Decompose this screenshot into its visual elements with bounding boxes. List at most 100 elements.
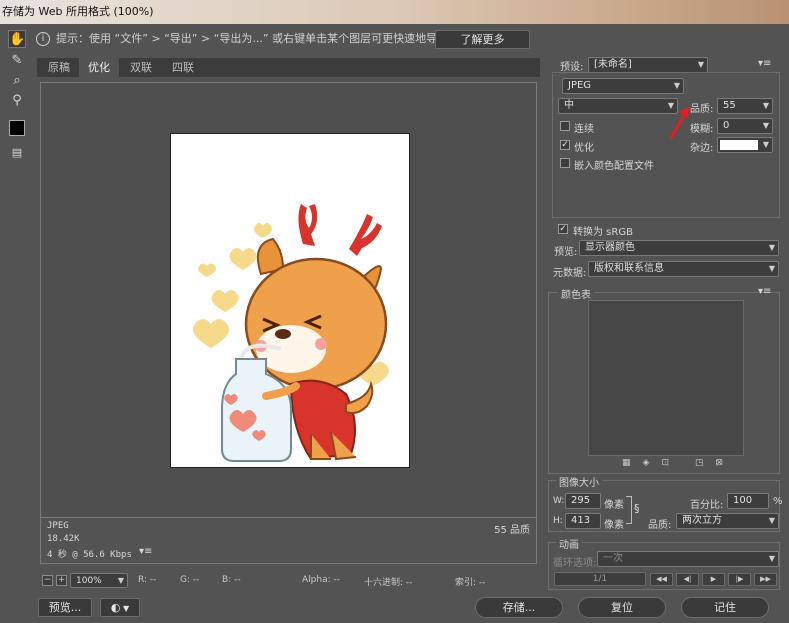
tab-2-up[interactable]: 双联 bbox=[121, 58, 161, 77]
color-table-menu-icon[interactable]: ▾≡ bbox=[758, 286, 771, 297]
toggle-slices-icon[interactable]: ▤ bbox=[8, 144, 26, 162]
preset-label: 预设: bbox=[560, 62, 584, 73]
quality-level-value: 中 bbox=[564, 100, 574, 111]
preview-mode-label: 预览: bbox=[554, 247, 578, 258]
status-g: G: -- bbox=[180, 575, 200, 585]
status-b: B: -- bbox=[222, 575, 241, 585]
animation-title: 动画 bbox=[556, 536, 582, 551]
embed-profile-checkbox[interactable] bbox=[560, 158, 570, 168]
matte-label: 杂边: bbox=[690, 143, 714, 154]
window-title: 存储为 Web 所用格式 (100%) bbox=[2, 5, 154, 18]
blur-input[interactable]: 0 ▼ bbox=[717, 118, 773, 134]
preview-info: JPEG 18.42K 4 秒 @ 56.6 Kbps ▾≡ 55 品质 bbox=[40, 518, 537, 564]
tab-original[interactable]: 原稿 bbox=[39, 58, 79, 77]
format-select[interactable]: JPEG ▼ bbox=[562, 78, 684, 94]
preview-mode-select[interactable]: 显示器颜色 ▼ bbox=[579, 240, 779, 256]
play-icon[interactable]: ▶ bbox=[702, 573, 725, 586]
chevron-down-icon: ▼ bbox=[762, 121, 769, 130]
progressive-label: 连续 bbox=[574, 124, 594, 135]
link-icon[interactable]: § bbox=[634, 502, 640, 515]
save-button[interactable]: 存储... bbox=[475, 597, 563, 618]
optimized-label: 优化 bbox=[574, 143, 594, 154]
chevron-down-icon: ▼ bbox=[117, 576, 124, 585]
matte-select[interactable]: ▼ bbox=[717, 137, 773, 153]
status-index: 索引: -- bbox=[455, 578, 486, 588]
chevron-down-icon: ▼ bbox=[768, 516, 775, 525]
preset-menu-icon[interactable]: ▾≡ bbox=[758, 58, 771, 69]
width-label: W: bbox=[553, 496, 565, 506]
tab-4-up[interactable]: 四联 bbox=[163, 58, 203, 77]
reset-button[interactable]: 复位 bbox=[578, 597, 666, 618]
color-table-title: 颜色表 bbox=[558, 286, 594, 301]
browser-icon: ◐ bbox=[110, 601, 121, 614]
percent-value: 100 bbox=[733, 495, 753, 506]
convert-srgb-label: 转换为 sRGB bbox=[573, 227, 633, 238]
view-tabs: 原稿 优化 双联 四联 bbox=[37, 58, 540, 77]
status-hex: 十六进制: -- bbox=[364, 578, 413, 588]
constrain-bracket bbox=[626, 496, 632, 524]
height-value: 413 bbox=[571, 515, 591, 526]
chevron-down-icon: ▼ bbox=[768, 243, 775, 252]
learn-more-button[interactable]: 了解更多 bbox=[435, 30, 530, 49]
percent-unit: % bbox=[773, 496, 783, 507]
lock-color-icon[interactable]: ⊡ bbox=[661, 458, 681, 468]
quality-input[interactable]: 55 ▼ bbox=[717, 98, 773, 114]
preview-button[interactable]: 预览... bbox=[38, 598, 92, 617]
eyedropper-color-swatch[interactable] bbox=[9, 120, 25, 136]
loop-value: 一次 bbox=[603, 553, 623, 564]
speed-menu-icon[interactable]: ▾≡ bbox=[139, 546, 152, 557]
chevron-down-icon: ▼ bbox=[768, 554, 775, 563]
chevron-down-icon: ▼ bbox=[120, 604, 130, 613]
eyedropper-tool-icon[interactable]: ⚲ bbox=[8, 92, 26, 110]
first-frame-icon[interactable]: ◀◀ bbox=[650, 573, 673, 586]
zoom-tool-icon[interactable]: ⌕ bbox=[8, 72, 26, 90]
preset-value: [未命名] bbox=[594, 59, 632, 70]
resample-value: 两次立方 bbox=[682, 515, 722, 526]
remember-button[interactable]: 记住 bbox=[681, 597, 769, 618]
info-icon: i bbox=[36, 32, 50, 46]
quality-value: 55 bbox=[723, 100, 736, 111]
trash-icon[interactable]: ⊠ bbox=[716, 458, 736, 468]
slice-select-tool-icon[interactable]: ✎ bbox=[8, 52, 26, 70]
resample-select[interactable]: 两次立方 ▼ bbox=[676, 513, 779, 529]
metadata-select[interactable]: 版权和联系信息 ▼ bbox=[588, 261, 779, 277]
map-transparent-icon[interactable]: ▦ bbox=[622, 458, 643, 468]
window-title-bar: 存储为 Web 所用格式 (100%) bbox=[0, 0, 789, 24]
progressive-checkbox[interactable] bbox=[560, 121, 570, 131]
zoom-out-icon[interactable]: − bbox=[42, 575, 53, 586]
prev-frame-icon[interactable]: ◀| bbox=[676, 573, 699, 586]
resample-label: 品质: bbox=[648, 520, 672, 531]
hand-tool-icon[interactable]: ✋ bbox=[8, 30, 26, 48]
tab-optimized[interactable]: 优化 bbox=[79, 58, 119, 77]
height-label: H: bbox=[553, 516, 563, 526]
info-file-size: 18.42K bbox=[47, 534, 80, 544]
convert-srgb-checkbox[interactable]: ✓ bbox=[558, 224, 568, 234]
width-unit: 像素 bbox=[604, 500, 624, 511]
zoom-value: 100% bbox=[76, 576, 102, 586]
percent-input[interactable]: 100 bbox=[727, 493, 769, 509]
zoom-in-icon[interactable]: + bbox=[56, 575, 67, 586]
info-download-speed: 4 秒 @ 56.6 Kbps bbox=[47, 550, 132, 560]
frame-counter: 1/1 bbox=[554, 572, 646, 586]
quality-level-select[interactable]: 中 ▼ bbox=[558, 98, 678, 114]
optimized-checkbox[interactable]: ✓ bbox=[560, 140, 570, 150]
chevron-down-icon: ▼ bbox=[673, 81, 680, 90]
height-input[interactable]: 413 bbox=[565, 513, 601, 529]
new-color-icon[interactable]: ◳ bbox=[695, 458, 716, 468]
preset-select[interactable]: [未命名] ▼ bbox=[588, 57, 708, 73]
loop-select[interactable]: 一次 ▼ bbox=[597, 551, 779, 567]
color-table-grid bbox=[588, 300, 744, 456]
next-frame-icon[interactable]: |▶ bbox=[728, 573, 751, 586]
status-bar: − + 100% ▼ R: -- G: -- B: -- Alpha: -- 十六… bbox=[40, 573, 540, 589]
width-input[interactable]: 295 bbox=[565, 493, 601, 509]
chevron-down-icon: ▼ bbox=[762, 140, 769, 149]
chevron-down-icon: ▼ bbox=[697, 60, 704, 69]
percent-label: 百分比: bbox=[690, 500, 724, 511]
last-frame-icon[interactable]: ▶▶ bbox=[754, 573, 777, 586]
zoom-select[interactable]: 100% ▼ bbox=[70, 573, 128, 588]
matte-color-swatch bbox=[720, 140, 758, 150]
browser-select[interactable]: ◐ ▼ bbox=[100, 598, 140, 617]
chevron-down-icon: ▼ bbox=[762, 101, 769, 110]
web-shift-icon[interactable]: ◈ bbox=[643, 458, 662, 468]
metadata-value: 版权和联系信息 bbox=[594, 263, 664, 274]
